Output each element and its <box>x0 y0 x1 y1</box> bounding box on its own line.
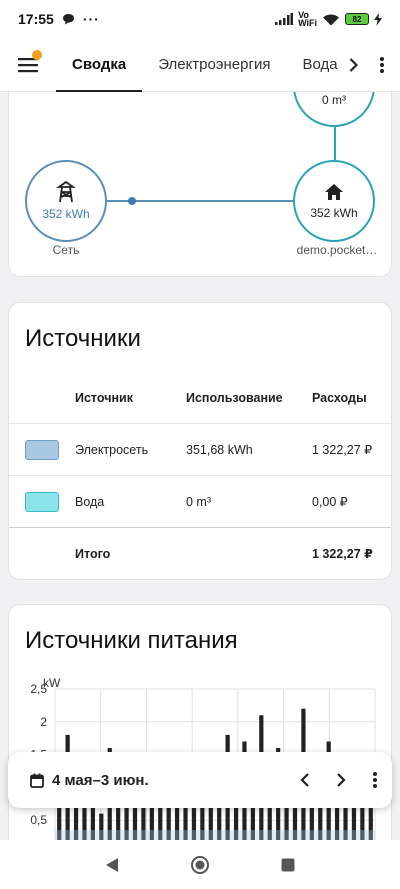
row-source-name: Электросеть <box>75 442 149 457</box>
power-sources-card: Источники питания 0,511,522,5kW <box>8 604 392 864</box>
notification-badge <box>32 49 42 60</box>
energy-distribution-card: 0 m³ 352 kWh Сеть 352 kWh demo.pocket… <box>8 80 392 277</box>
date-picker-bar: 4 мая–3 июн. <box>8 752 392 808</box>
back-icon[interactable] <box>104 857 120 873</box>
home-value: 352 kWh <box>310 205 358 220</box>
header-usage: Использование <box>186 391 283 405</box>
row-usage: 351,68 kWh <box>186 442 253 457</box>
menu-button[interactable] <box>0 38 56 92</box>
water-home-line <box>334 127 336 160</box>
y-tick-label: 2 <box>40 715 47 729</box>
chat-icon <box>62 14 74 25</box>
app-bar: Сводка Электроэнергия Вода <box>0 38 400 92</box>
status-time: 17:55 <box>18 11 54 27</box>
header-cost: Расходы <box>312 391 367 405</box>
wifi-icon <box>323 14 339 25</box>
overflow-menu-button[interactable] <box>364 38 400 92</box>
power-title: Источники питания <box>25 627 238 654</box>
home-node[interactable]: 352 kWh <box>293 160 375 242</box>
row-usage: 0 m³ <box>186 494 211 509</box>
signal-icon <box>275 13 294 25</box>
vowifi-icon: Vo WiFi <box>298 10 317 28</box>
row-source-name: Вода <box>75 494 105 509</box>
transmission-tower-icon <box>56 181 76 203</box>
tab-water[interactable]: Вода <box>286 38 342 92</box>
grid-value: 352 kWh <box>42 207 90 221</box>
home-label: demo.pocket… <box>296 243 378 257</box>
tabs-scroll-right[interactable] <box>342 57 364 72</box>
sources-card: Источники Источник Использование Расходы… <box>8 302 392 580</box>
sources-table: Источник Использование Расходы Электросе… <box>9 373 391 579</box>
water-value: 0 m³ <box>322 93 346 107</box>
next-period-icon[interactable] <box>336 773 346 787</box>
chevron-right-icon <box>349 57 358 72</box>
table-header-row: Источник Использование Расходы <box>9 373 391 423</box>
system-nav-bar <box>0 840 400 889</box>
total-label: Итого <box>75 546 111 561</box>
grid-color-swatch <box>25 439 59 460</box>
charging-icon <box>374 12 382 26</box>
home-icon <box>325 183 343 200</box>
flow-dot <box>128 197 136 205</box>
y-tick-label: 0,5 <box>30 813 47 827</box>
table-total-row: Итого 1 322,27 ₽ <box>9 527 391 579</box>
home-nav-icon[interactable] <box>190 855 210 875</box>
tab-summary[interactable]: Сводка <box>56 38 143 92</box>
previous-period-icon[interactable] <box>300 773 310 787</box>
more-vert-icon <box>380 56 384 73</box>
table-row: Электросеть 351,68 kWh 1 322,27 ₽ <box>9 423 391 475</box>
more-notifications-icon: ··· <box>82 11 100 27</box>
row-cost: 0,00 ₽ <box>312 495 348 509</box>
total-cost: 1 322,27 ₽ <box>312 547 373 561</box>
header-source: Источник <box>75 391 133 405</box>
grid-node[interactable]: 352 kWh <box>25 160 107 242</box>
recents-icon[interactable] <box>280 857 296 873</box>
row-cost: 1 322,27 ₽ <box>312 443 373 457</box>
tab-bar: Сводка Электроэнергия Вода <box>56 38 342 92</box>
calendar-icon[interactable] <box>30 773 44 788</box>
water-color-swatch <box>25 491 59 512</box>
table-row: Вода 0 m³ 0,00 ₽ <box>9 475 391 527</box>
tab-electricity[interactable]: Электроэнергия <box>142 38 286 92</box>
grid-label: Сеть <box>52 243 80 257</box>
y-axis-label: kW <box>43 676 61 690</box>
date-more-icon[interactable] <box>372 771 378 789</box>
date-range[interactable]: 4 мая–3 июн. <box>52 772 149 789</box>
status-bar: 17:55 ··· Vo WiFi 82 <box>0 0 400 38</box>
sources-title: Источники <box>25 325 141 352</box>
battery-icon: 82 <box>345 13 369 25</box>
